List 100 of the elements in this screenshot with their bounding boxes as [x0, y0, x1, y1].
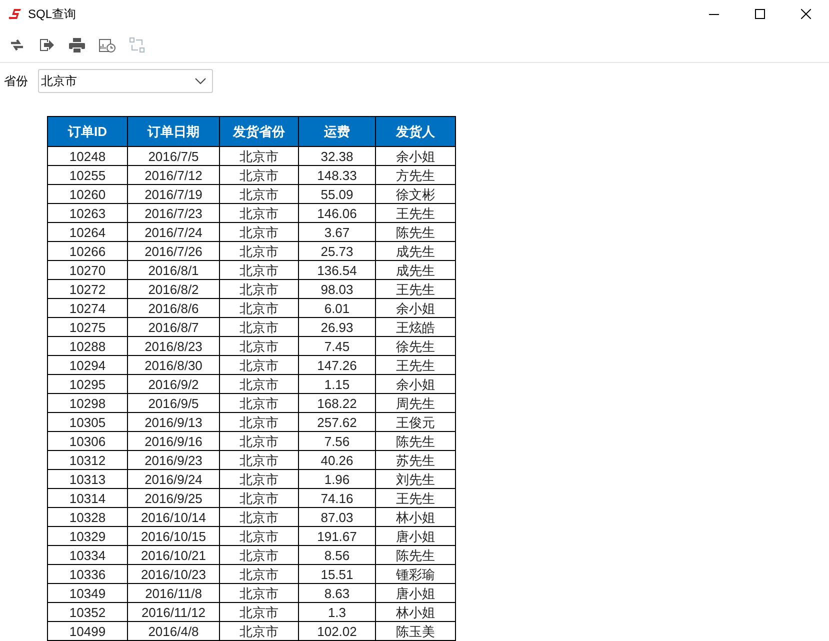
table-cell: 北京市 — [220, 374, 298, 394]
column-header: 发货人 — [376, 116, 456, 146]
table-cell: 2016/9/25 — [128, 488, 220, 508]
table-cell: 周先生 — [376, 394, 456, 412]
refresh-icon — [10, 38, 24, 52]
table-cell: 徐先生 — [376, 336, 456, 356]
table-cell: 北京市 — [220, 488, 298, 508]
table-cell: 2016/9/2 — [128, 374, 220, 394]
table-cell: 10255 — [48, 166, 128, 184]
table-cell: 10272 — [48, 280, 128, 298]
table-cell: 10306 — [48, 432, 128, 450]
print-button[interactable] — [67, 35, 87, 56]
table-cell: 10274 — [48, 298, 128, 318]
table-cell: 10334 — [48, 546, 128, 564]
table-cell: 北京市 — [220, 356, 298, 374]
table-cell: 2016/8/7 — [128, 318, 220, 336]
table-cell: 2016/7/19 — [128, 184, 220, 204]
table-cell: 10264 — [48, 222, 128, 242]
table-cell: 北京市 — [220, 146, 298, 166]
table-cell: 陈玉美 — [376, 622, 456, 640]
table-cell: 10305 — [48, 412, 128, 432]
table-cell: 王先生 — [376, 204, 456, 222]
column-header: 订单日期 — [128, 116, 220, 146]
table-cell: 32.38 — [298, 146, 376, 166]
table-cell: 北京市 — [220, 564, 298, 584]
table-cell: 257.62 — [298, 412, 376, 432]
table-cell: 林小姐 — [376, 508, 456, 526]
table-cell: 1.15 — [298, 374, 376, 394]
table-cell: 2016/7/24 — [128, 222, 220, 242]
table-cell: 2016/9/24 — [128, 470, 220, 488]
table-cell: 10313 — [48, 470, 128, 488]
table-cell: 15.51 — [298, 564, 376, 584]
table-cell: 191.67 — [298, 526, 376, 546]
table-cell: 6.01 — [298, 298, 376, 318]
table-cell: 北京市 — [220, 222, 298, 242]
table-cell: 苏先生 — [376, 450, 456, 470]
table-cell: 北京市 — [220, 394, 298, 412]
table-cell: 87.03 — [298, 508, 376, 526]
table-cell: 10314 — [48, 488, 128, 508]
table-cell: 王俊元 — [376, 412, 456, 432]
table-cell: 136.54 — [298, 260, 376, 280]
table-cell: 陈先生 — [376, 546, 456, 564]
table-cell: 北京市 — [220, 584, 298, 602]
table-cell: 北京市 — [220, 280, 298, 298]
table-cell: 1.3 — [298, 602, 376, 622]
table-cell: 北京市 — [220, 318, 298, 336]
export-icon — [39, 38, 55, 52]
table-cell: 10298 — [48, 394, 128, 412]
switch-button[interactable] — [127, 35, 147, 56]
table-cell: 7.45 — [298, 336, 376, 356]
table-cell: 北京市 — [220, 602, 298, 622]
table-cell: 北京市 — [220, 450, 298, 470]
table-cell: 林小姐 — [376, 602, 456, 622]
table-cell: 2016/10/21 — [128, 546, 220, 564]
table-cell: 唐小姐 — [376, 584, 456, 602]
table-cell: 2016/7/23 — [128, 204, 220, 222]
table-cell: 徐文彬 — [376, 184, 456, 204]
table-cell: 10349 — [48, 584, 128, 602]
column-header: 发货省份 — [220, 116, 298, 146]
table-cell: 北京市 — [220, 546, 298, 564]
table-cell: 98.03 — [298, 280, 376, 298]
table-cell: 王炫皓 — [376, 318, 456, 336]
table-cell: 2016/7/26 — [128, 242, 220, 260]
table-cell: 26.93 — [298, 318, 376, 336]
table-cell: 北京市 — [220, 412, 298, 432]
table-cell: 148.33 — [298, 166, 376, 184]
table-cell: 北京市 — [220, 298, 298, 318]
table-cell: 2016/8/30 — [128, 356, 220, 374]
table-cell: 北京市 — [220, 204, 298, 222]
table-cell: 北京市 — [220, 184, 298, 204]
table-cell: 北京市 — [220, 336, 298, 356]
table-cell: 146.06 — [298, 204, 376, 222]
table-cell: 王先生 — [376, 356, 456, 374]
table-cell: 10248 — [48, 146, 128, 166]
table-cell: 北京市 — [220, 432, 298, 450]
app-logo-icon — [8, 8, 22, 20]
table-cell: 2016/8/2 — [128, 280, 220, 298]
table-cell: 2016/9/16 — [128, 432, 220, 450]
table-cell: 10288 — [48, 336, 128, 356]
table-cell: 10275 — [48, 318, 128, 336]
table-cell: 2016/9/23 — [128, 450, 220, 470]
table-cell: 10336 — [48, 564, 128, 584]
table-cell: 102.02 — [298, 622, 376, 640]
table-cell: 10260 — [48, 184, 128, 204]
table-cell: 2016/10/15 — [128, 526, 220, 546]
table-cell: 北京市 — [220, 526, 298, 546]
province-dropdown[interactable]: 北京市 — [38, 69, 213, 94]
table-cell: 刘先生 — [376, 470, 456, 488]
table-cell: 北京市 — [220, 508, 298, 526]
table-cell: 7.56 — [298, 432, 376, 450]
table-cell: 陈先生 — [376, 222, 456, 242]
window-title: SQL查询 — [28, 6, 76, 23]
table-cell: 陈先生 — [376, 432, 456, 450]
table-cell: 10263 — [48, 204, 128, 222]
table-cell: 147.26 — [298, 356, 376, 374]
table-cell: 2016/7/5 — [128, 146, 220, 166]
column-header: 运费 — [298, 116, 376, 146]
table-cell: 唐小姐 — [376, 526, 456, 546]
province-label: 省份 — [4, 73, 28, 90]
table-cell: 余小姐 — [376, 298, 456, 318]
